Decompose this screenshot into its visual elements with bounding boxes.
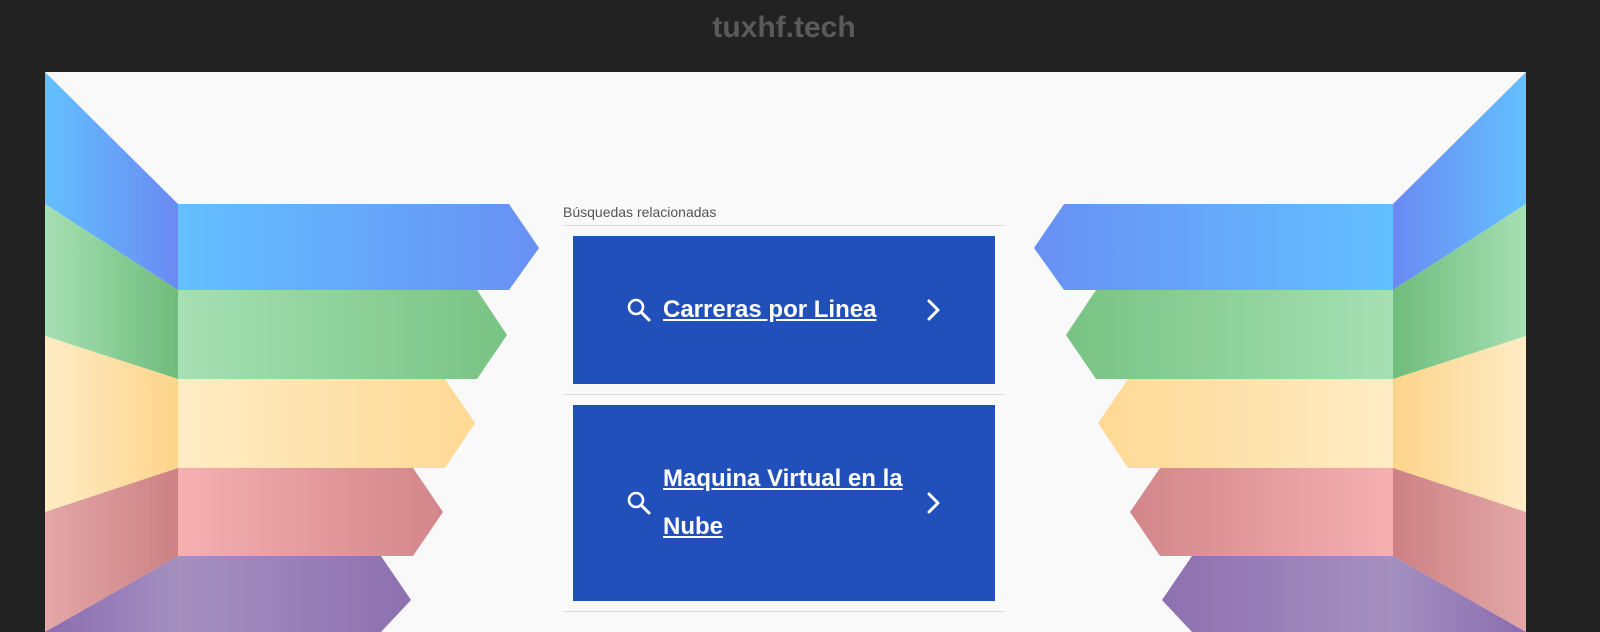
left-arrow-yellow	[178, 379, 475, 468]
left-arrow-green	[178, 290, 507, 379]
left-arrow-purple	[178, 556, 411, 632]
chevron-right-icon	[927, 492, 940, 514]
related-search-link-2[interactable]: Maquina Virtual en la Nube	[573, 405, 995, 601]
right-arrow-red	[1130, 468, 1393, 556]
right-arrow-purple	[1162, 556, 1393, 632]
chevron-right-icon	[927, 299, 940, 321]
related-search-item: Carreras por Linea	[563, 236, 1005, 395]
related-search-link-1[interactable]: Carreras por Linea	[573, 236, 995, 384]
right-arrow-blue	[1034, 204, 1393, 290]
related-search-item: Maquina Virtual en la Nube	[563, 405, 1005, 612]
related-searches-heading: Búsquedas relacionadas	[563, 203, 1005, 226]
site-title: tuxhf.tech	[712, 11, 856, 44]
related-searches: Búsquedas relacionadas Carreras por Line…	[563, 203, 1005, 612]
right-arrow-yellow	[1098, 379, 1393, 468]
search-icon	[627, 491, 651, 515]
parked-domain-canvas: Búsquedas relacionadas Carreras por Line…	[45, 72, 1526, 632]
related-search-label: Maquina Virtual en la Nube	[663, 465, 903, 540]
related-search-label: Carreras por Linea	[663, 296, 877, 323]
right-arrow-green	[1066, 290, 1393, 379]
left-arrow-blue	[178, 204, 539, 290]
search-icon	[627, 298, 651, 322]
left-arrow-red	[178, 468, 443, 556]
